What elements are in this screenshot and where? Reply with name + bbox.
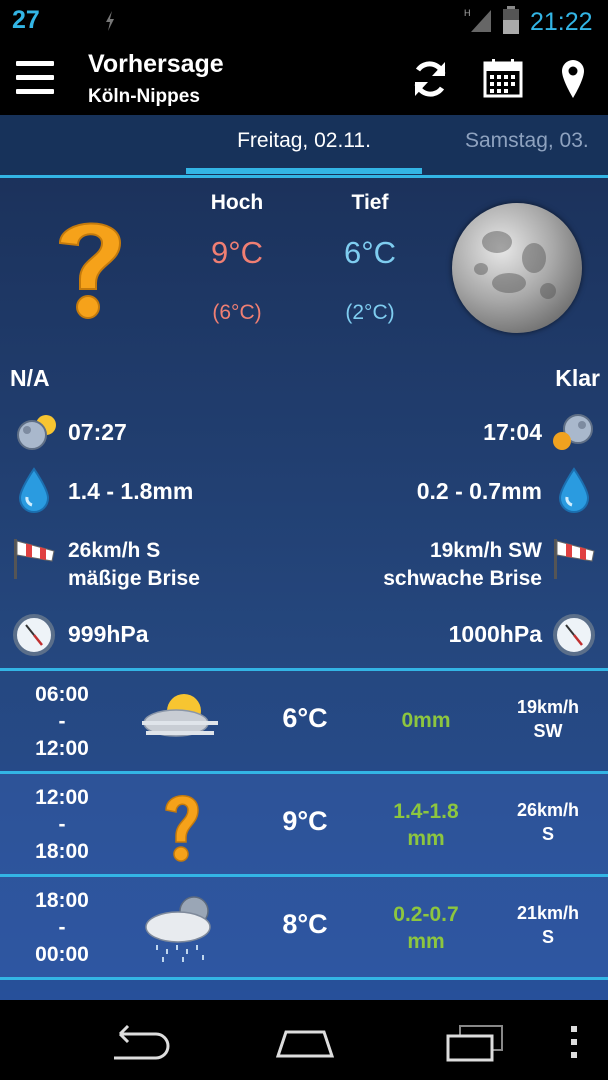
forecast-wind: 21km/h S [516,903,580,947]
wind-night-desc: schwache Brise [383,567,542,590]
high-feels-like: (6°C) [212,301,262,324]
forecast-row[interactable]: 12:00-18:00 9°C 1.4-1.8 mm 26km/h S [0,774,608,874]
page-title: Vorhersage [88,50,224,78]
back-icon[interactable] [100,1020,170,1064]
forecast-wind: 26km/h S [516,800,580,844]
tab-saturday[interactable]: Samstag, 03. [465,129,589,153]
status-bar: 27 H 21:22 [0,0,608,44]
forecast-temp: 8°C [282,909,328,939]
sunset-time: 17:04 [483,419,542,445]
time-range: 06:00-12:00 [35,683,89,760]
clock: 21:22 [530,8,593,36]
battery-icon [503,6,519,34]
forecast-precip: 1.4-1.8 mm [393,800,459,850]
wind-night: 19km/h SW schwache Brise [383,537,542,593]
day-tabs: Freitag, 02.11. Samstag, 03. [0,115,608,175]
signal-icon: H [464,8,491,32]
precip-day: 1.4 - 1.8mm [68,478,194,504]
forecast-precip: 0mm [401,709,451,732]
high-label: Hoch [210,191,264,214]
night-cloud-rain-icon [145,896,211,962]
sunrise-time: 07:27 [68,419,127,445]
system-nav-bar [0,1000,608,1080]
forecast-row[interactable]: 18:00-00:00 8°C 0.2-0.7 mm 21km/h S [0,877,608,977]
partly-cloudy-fog-icon [142,694,218,737]
location-subtitle: Köln-Nippes [88,86,200,107]
unknown-question-icon [165,795,199,862]
time-range: 12:00-18:00 [35,786,89,863]
notification-count: 27 [12,6,40,34]
forecast-precip: 0.2-0.7 mm [393,903,459,953]
low-feels-like: (2°C) [345,301,395,324]
barometer-icon [13,614,55,656]
precipitation-drop-icon [558,467,590,513]
day-condition: N/A [10,365,50,391]
low-label: Tief [351,191,389,214]
unknown-weather-icon [58,222,122,319]
precipitation-drop-icon [18,467,50,513]
pressure-day: 999hPa [68,621,149,647]
wind-day: 26km/h S mäßige Brise [68,537,200,593]
moon-phase-icon [452,203,582,333]
flash-notification-icon [106,11,114,31]
sunrise-icon [17,415,56,450]
network-type: H [464,8,471,18]
barometer-icon [553,614,595,656]
recent-apps-icon[interactable] [440,1020,510,1064]
forecast-content: Freitag, 02.11. Samstag, 03. Hoch Tief 9… [0,115,608,1000]
wind-day-speed: 26km/h S [68,539,161,562]
forecast-wind: 19km/h SW [516,697,580,741]
precip-night: 0.2 - 0.7mm [416,478,542,504]
low-temp: 6°C [343,235,397,270]
time-range: 18:00-00:00 [35,889,89,966]
high-temp: 9°C [210,235,264,270]
refresh-icon[interactable] [405,54,455,104]
wind-day-desc: mäßige Brise [68,567,200,590]
calendar-icon[interactable] [478,54,528,104]
tab-friday[interactable]: Freitag, 02.11. [186,129,422,153]
windsock-icon [554,539,595,579]
windsock-icon [14,539,55,579]
wind-night-speed: 19km/h SW [429,539,542,562]
pressure-night: 1000hPa [448,621,542,647]
forecast-temp: 9°C [282,806,328,836]
home-icon[interactable] [270,1020,340,1064]
sunset-icon [553,414,593,450]
forecast-temp: 6°C [282,703,328,733]
app-bar: Vorhersage Köln-Nippes [0,44,608,159]
forecast-row[interactable]: 06:00-12:00 6°C 0mm 19km/h SW [0,671,608,771]
overflow-menu-icon[interactable] [566,1024,582,1060]
night-condition: Klar [555,365,600,391]
tab-indicator [186,168,422,174]
drawer-menu-button[interactable] [16,59,54,97]
location-pin-icon[interactable] [548,54,598,104]
